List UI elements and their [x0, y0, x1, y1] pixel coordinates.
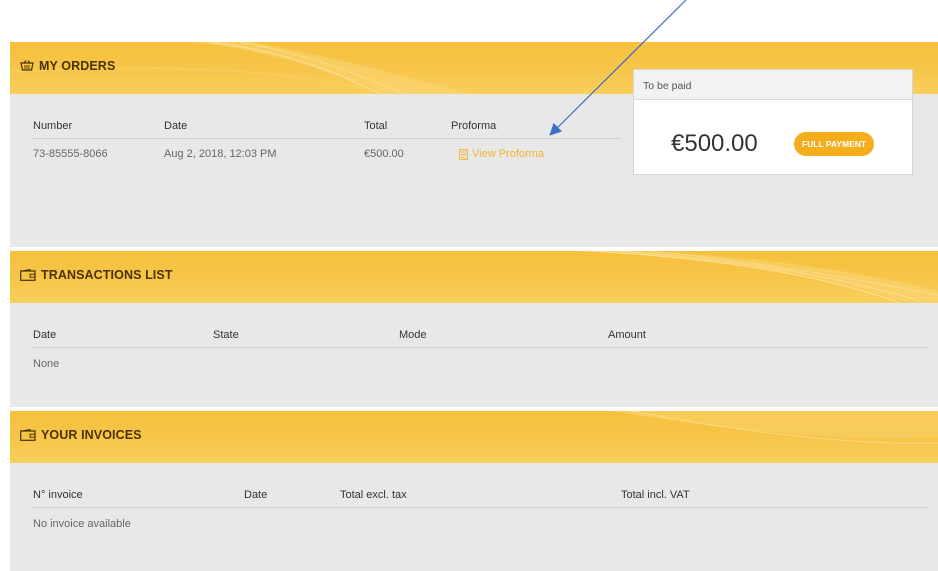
invoices-title: YOUR INVOICES	[20, 428, 142, 442]
invoices-empty: No invoice available	[33, 518, 131, 530]
col-number: Number	[33, 120, 73, 132]
basket-icon	[20, 60, 34, 71]
transactions-title-text: TRANSACTIONS LIST	[41, 268, 173, 282]
col-mode: Mode	[399, 329, 427, 341]
order-total: €500.00	[364, 148, 404, 160]
view-proforma-link[interactable]: View Proforma	[459, 148, 544, 160]
col-state: State	[213, 329, 239, 341]
transactions-title: TRANSACTIONS LIST	[20, 268, 173, 282]
col-amount: Amount	[608, 329, 646, 341]
orders-header-rule	[33, 138, 621, 139]
payment-summary-card: To be paid €500.00 FULL PAYMENT	[633, 69, 913, 175]
col-date: Date	[33, 329, 57, 341]
col-total-excl-tax: Total excl. tax	[340, 489, 407, 501]
col-invoice-number: N° invoice	[33, 489, 83, 501]
transactions-empty: None	[33, 358, 60, 370]
col-date: Date	[244, 489, 268, 501]
invoices-banner: YOUR INVOICES	[10, 411, 938, 463]
full-payment-button[interactable]: FULL PAYMENT	[794, 132, 874, 156]
invoices-header-rule	[33, 507, 928, 508]
invoices-panel: YOUR INVOICES N° invoice Date Total excl…	[10, 411, 938, 571]
transactions-header-rule	[33, 347, 928, 348]
amount-due: €500.00	[671, 130, 758, 157]
banner-wave-decoration	[610, 411, 938, 444]
order-date: Aug 2, 2018, 12:03 PM	[164, 148, 277, 160]
transactions-banner: TRANSACTIONS LIST	[10, 251, 938, 303]
col-total: Total	[364, 120, 388, 132]
col-total-incl-vat: Total incl. VAT	[621, 489, 690, 501]
invoices-title-text: YOUR INVOICES	[41, 428, 142, 442]
wallet-icon	[20, 429, 36, 441]
view-proforma-label: View Proforma	[472, 148, 544, 160]
orders-title: MY ORDERS	[20, 59, 115, 73]
order-number: 73-85555-8066	[33, 148, 108, 160]
col-date: Date	[164, 120, 188, 132]
orders-title-text: MY ORDERS	[39, 59, 116, 73]
document-icon	[459, 148, 468, 160]
col-proforma: Proforma	[451, 120, 497, 132]
wallet-icon	[20, 269, 36, 281]
to-be-paid-label: To be paid	[634, 70, 912, 100]
transactions-panel: TRANSACTIONS LIST Date State Mode Amount…	[10, 251, 938, 407]
